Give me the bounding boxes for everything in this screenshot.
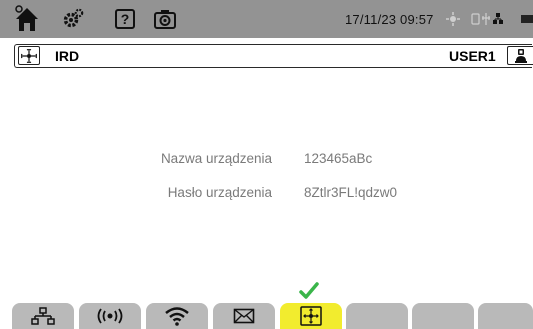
user-lock-icon[interactable]: [507, 46, 533, 65]
tab-empty-1[interactable]: [346, 303, 408, 329]
settings-icon[interactable]: [60, 0, 88, 38]
device-password-label: Hasło urządzenia: [167, 185, 272, 200]
device-name-value[interactable]: 123465aBc: [304, 151, 372, 166]
mail-icon: [233, 308, 255, 324]
wifi-icon: [165, 307, 189, 326]
battery-icon: [520, 0, 533, 38]
checkmark-icon: [299, 282, 319, 300]
tab-empty-2[interactable]: [412, 303, 474, 329]
help-icon[interactable]: ?: [111, 0, 139, 38]
page-title: IRD: [55, 48, 80, 64]
tab-ird[interactable]: [280, 303, 342, 329]
home-icon[interactable]: [10, 0, 44, 38]
datetime: 17/11/23 09:57: [345, 12, 434, 27]
ird-icon: [300, 306, 322, 326]
header-bar: IRD USER1: [14, 44, 533, 68]
ports-icon: [470, 0, 508, 38]
tab-network[interactable]: [12, 303, 74, 329]
camera-icon[interactable]: [150, 0, 180, 38]
tab-mail[interactable]: [213, 303, 275, 329]
sun-icon: [445, 0, 461, 38]
tab-wifi[interactable]: [146, 303, 208, 329]
svg-text:?: ?: [121, 11, 130, 27]
broadcast-icon: [97, 308, 123, 324]
status-bar: ? 17/11/23 09:57: [0, 0, 533, 38]
device-password-value[interactable]: 8Ztlr3FL!qdzw0: [304, 185, 397, 200]
user-name: USER1: [449, 48, 496, 64]
device-name-label: Nazwa urządzenia: [160, 151, 272, 166]
network-icon: [31, 307, 55, 325]
ird-icon: [18, 46, 40, 65]
tab-broadcast[interactable]: [79, 303, 141, 329]
tab-empty-3[interactable]: [478, 303, 533, 329]
